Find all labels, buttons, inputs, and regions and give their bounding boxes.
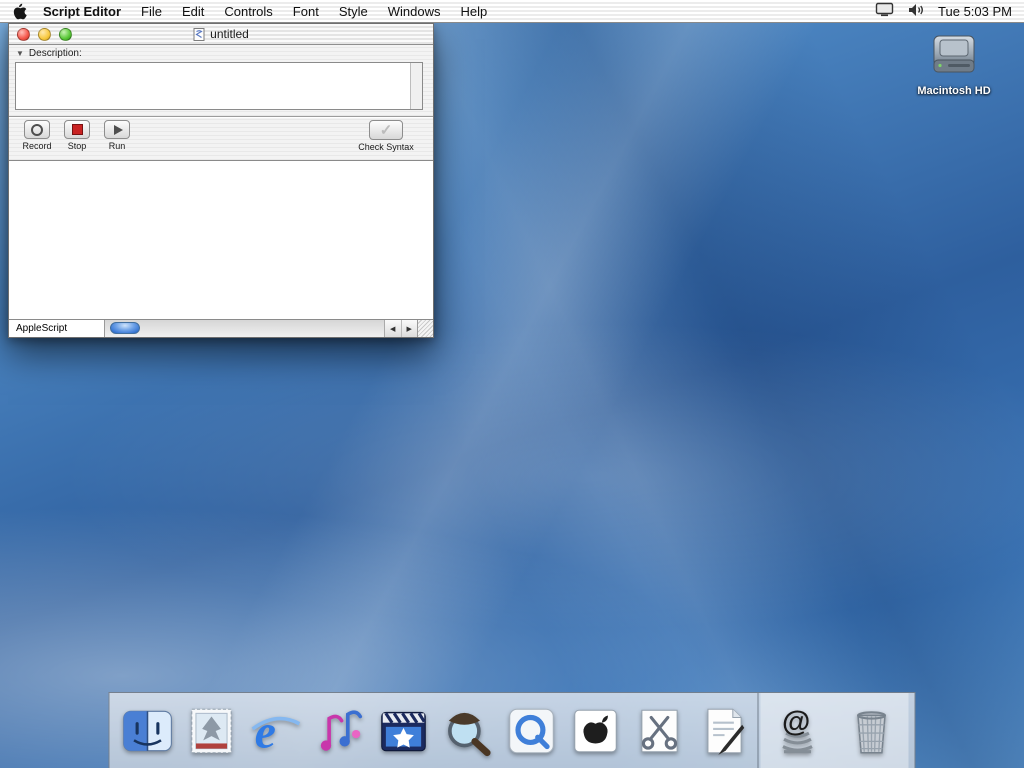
menu-controls[interactable]: Controls bbox=[214, 0, 282, 22]
displays-icon[interactable] bbox=[875, 2, 894, 20]
at-spring-icon: @ bbox=[770, 703, 826, 759]
imovie-clapper-icon bbox=[376, 703, 432, 759]
dock-item-document-pen-app[interactable] bbox=[692, 699, 756, 763]
check-syntax-button[interactable]: ✓ bbox=[369, 120, 403, 140]
sherlock-magnifier-icon bbox=[440, 703, 496, 759]
dock-item-sherlock[interactable] bbox=[436, 699, 500, 763]
quicktime-icon bbox=[504, 703, 560, 759]
scroll-left-button[interactable]: ◀ bbox=[385, 320, 401, 337]
mail-stamp-icon bbox=[184, 703, 240, 759]
menu-script-editor[interactable]: Script Editor bbox=[37, 0, 131, 22]
volume-icon[interactable] bbox=[908, 3, 924, 20]
record-button[interactable] bbox=[24, 120, 50, 139]
run-button[interactable] bbox=[104, 120, 130, 139]
window-titlebar[interactable]: untitled bbox=[9, 24, 433, 45]
internet-explorer-icon: e bbox=[248, 703, 304, 759]
dock-item-quicktime[interactable] bbox=[500, 699, 564, 763]
disclosure-triangle-icon[interactable]: ▼ bbox=[16, 50, 24, 58]
scroll-right-button[interactable]: ▶ bbox=[401, 320, 418, 337]
finder-icon bbox=[120, 703, 176, 759]
dock-item-mail[interactable] bbox=[180, 699, 244, 763]
scroll-arrows: ◀ ▶ bbox=[384, 320, 417, 337]
record-label: Record bbox=[22, 141, 51, 151]
minimize-button[interactable] bbox=[38, 28, 51, 41]
script-document-icon bbox=[193, 28, 205, 41]
dock-item-scissors-app[interactable] bbox=[628, 699, 692, 763]
window-statusbar: AppleScript ◀ ▶ bbox=[9, 320, 433, 337]
script-text-area[interactable] bbox=[9, 160, 433, 320]
close-button[interactable] bbox=[17, 28, 30, 41]
menu-style[interactable]: Style bbox=[329, 0, 378, 22]
trash-basket-icon bbox=[844, 703, 900, 759]
window-controls bbox=[9, 28, 72, 41]
dock-divider bbox=[758, 693, 759, 768]
checkmark-icon: ✓ bbox=[380, 123, 393, 138]
stop-icon bbox=[72, 124, 83, 135]
window-toolbar: Record Stop Run ✓ Check Syntax bbox=[9, 116, 433, 160]
apple-menu[interactable] bbox=[0, 0, 37, 22]
dock-item-at-spring-link[interactable]: @ bbox=[761, 699, 835, 763]
document-pen-icon bbox=[696, 703, 752, 759]
run-label: Run bbox=[109, 141, 126, 151]
window-title: untitled bbox=[9, 27, 433, 41]
dock-item-finder[interactable] bbox=[116, 699, 180, 763]
dock-right-section: @ bbox=[761, 693, 909, 768]
script-editor-window: untitled ▼ Description: Record Stop Run bbox=[8, 23, 434, 338]
dock: e bbox=[109, 692, 916, 768]
record-icon bbox=[31, 124, 43, 136]
menu-clock[interactable]: Tue 5:03 PM bbox=[938, 4, 1012, 19]
system-preferences-icon bbox=[568, 703, 624, 759]
dock-item-internet-explorer[interactable]: e bbox=[244, 699, 308, 763]
horizontal-scrollbar[interactable] bbox=[105, 320, 384, 337]
menu-file[interactable]: File bbox=[131, 0, 172, 22]
hard-drive-icon bbox=[928, 32, 980, 78]
description-scrollbar[interactable] bbox=[410, 63, 422, 109]
check-syntax-label: Check Syntax bbox=[358, 142, 414, 152]
description-header: ▼ Description: bbox=[9, 45, 433, 62]
menu-windows[interactable]: Windows bbox=[378, 0, 451, 22]
window-title-text: untitled bbox=[210, 27, 249, 41]
run-icon bbox=[114, 125, 123, 135]
stop-label: Stop bbox=[68, 141, 87, 151]
svg-text:@: @ bbox=[782, 706, 810, 738]
macintosh-hd-desktop-icon[interactable]: Macintosh HD bbox=[904, 32, 1004, 97]
itunes-notes-icon bbox=[312, 703, 368, 759]
svg-text:e: e bbox=[255, 705, 276, 758]
volume-label: Macintosh HD bbox=[904, 85, 1004, 97]
zoom-button[interactable] bbox=[59, 28, 72, 41]
resize-grip[interactable] bbox=[417, 320, 433, 337]
dock-item-trash[interactable] bbox=[835, 699, 909, 763]
menu-bar: Script Editor File Edit Controls Font St… bbox=[0, 0, 1024, 23]
apple-icon bbox=[12, 3, 27, 20]
stop-button[interactable] bbox=[64, 120, 90, 139]
scissors-document-icon bbox=[632, 703, 688, 759]
dock-item-itunes[interactable] bbox=[308, 699, 372, 763]
dock-item-imovie[interactable] bbox=[372, 699, 436, 763]
dock-item-system-preferences[interactable] bbox=[564, 699, 628, 763]
scrollbar-thumb[interactable] bbox=[110, 322, 140, 334]
description-label: Description: bbox=[29, 48, 82, 59]
menu-edit[interactable]: Edit bbox=[172, 0, 214, 22]
menu-help[interactable]: Help bbox=[450, 0, 497, 22]
description-field[interactable] bbox=[15, 62, 423, 110]
menu-font[interactable]: Font bbox=[283, 0, 329, 22]
language-popup[interactable]: AppleScript bbox=[9, 320, 105, 337]
